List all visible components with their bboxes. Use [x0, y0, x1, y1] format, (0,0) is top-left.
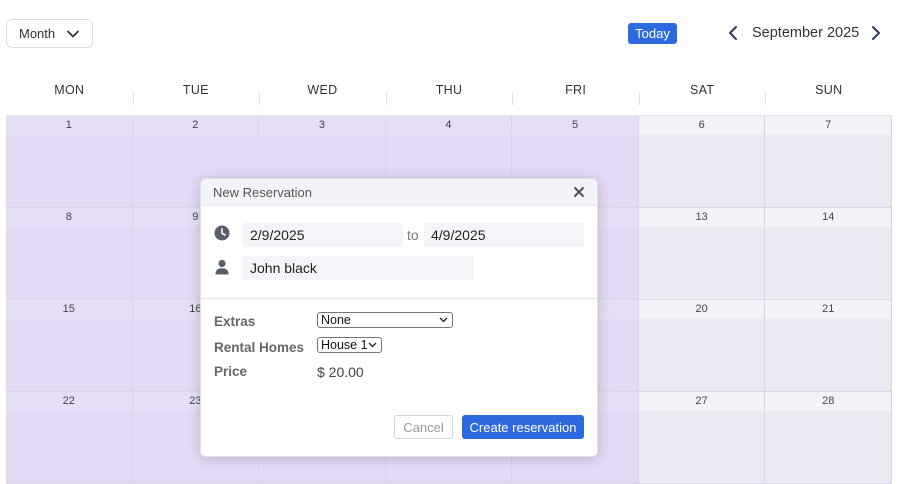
- start-date-input[interactable]: 2/9/2025: [243, 223, 403, 247]
- extras-select[interactable]: None: [317, 312, 453, 328]
- day-number: 15: [6, 300, 132, 319]
- day-number: 13: [638, 208, 765, 227]
- chevron-down-icon: [368, 342, 377, 348]
- month-label: September 2025: [752, 25, 860, 41]
- day-cell[interactable]: 22: [6, 392, 133, 484]
- day-cell[interactable]: 27: [638, 392, 766, 484]
- cancel-button[interactable]: Cancel: [394, 415, 453, 439]
- day-cell[interactable]: 6: [638, 116, 766, 208]
- day-of-week-tue: TUE: [132, 77, 260, 105]
- day-of-week-sun: SUN: [765, 77, 892, 105]
- day-number: 5: [512, 116, 638, 135]
- user-icon: [215, 259, 229, 275]
- day-number: 14: [765, 208, 891, 227]
- rental-homes-label: Rental Homes: [214, 340, 305, 355]
- day-cell[interactable]: 1: [6, 116, 133, 208]
- price-label: Price: [214, 364, 248, 379]
- day-cell[interactable]: 21: [765, 300, 892, 392]
- day-number: 8: [6, 208, 132, 227]
- chevron-right-icon[interactable]: [869, 25, 883, 41]
- extras-select-value: None: [321, 313, 351, 327]
- guest-name-input[interactable]: John black: [243, 256, 474, 280]
- calendar-header: MON TUE WED THU FRI SAT SUN: [6, 77, 892, 105]
- day-number: 4: [385, 116, 512, 135]
- chevron-left-icon[interactable]: [726, 25, 740, 41]
- day-number: 28: [765, 392, 891, 411]
- price-value: $ 20.00: [317, 364, 364, 380]
- close-icon[interactable]: [572, 185, 586, 199]
- end-date-input[interactable]: 4/9/2025: [424, 223, 584, 247]
- day-number: 2: [132, 116, 259, 135]
- create-reservation-button[interactable]: Create reservation: [462, 415, 584, 439]
- day-of-week-sat: SAT: [638, 77, 766, 105]
- view-select-label: Month: [19, 26, 56, 41]
- new-reservation-dialog: New Reservation 2/9/2025 to 4/9/2025 Joh…: [200, 178, 598, 457]
- day-number: 20: [638, 300, 765, 319]
- rental-homes-select[interactable]: House 1: [317, 337, 382, 353]
- day-number: 1: [6, 116, 132, 135]
- to-label: to: [407, 227, 419, 243]
- day-number: 7: [765, 116, 891, 135]
- day-cell[interactable]: 15: [6, 300, 133, 392]
- dialog-header: New Reservation: [201, 179, 597, 206]
- day-of-week-fri: FRI: [512, 77, 639, 105]
- day-cell[interactable]: 28: [765, 392, 892, 484]
- day-cell[interactable]: 14: [765, 208, 892, 300]
- day-of-week-wed: WED: [259, 77, 386, 105]
- day-of-week-mon: MON: [54, 83, 85, 97]
- day-cell[interactable]: 8: [6, 208, 133, 300]
- day-number: 3: [259, 116, 385, 135]
- day-number: 6: [638, 116, 765, 135]
- dialog-divider: [201, 298, 597, 299]
- chevron-down-icon: [439, 317, 448, 323]
- day-number: 21: [765, 300, 891, 319]
- rental-homes-select-value: House 1: [321, 338, 368, 352]
- today-button[interactable]: Today: [628, 23, 677, 44]
- clock-icon: [214, 225, 230, 241]
- day-number: 27: [638, 392, 765, 411]
- dialog-title: New Reservation: [213, 185, 312, 200]
- extras-label: Extras: [214, 314, 256, 329]
- day-number: 22: [6, 392, 132, 411]
- view-select[interactable]: Month: [6, 19, 93, 48]
- day-of-week-thu: THU: [385, 77, 513, 105]
- day-cell[interactable]: 7: [765, 116, 892, 208]
- chevron-down-icon: [67, 30, 79, 38]
- day-cell[interactable]: 13: [638, 208, 766, 300]
- day-cell[interactable]: 20: [638, 300, 766, 392]
